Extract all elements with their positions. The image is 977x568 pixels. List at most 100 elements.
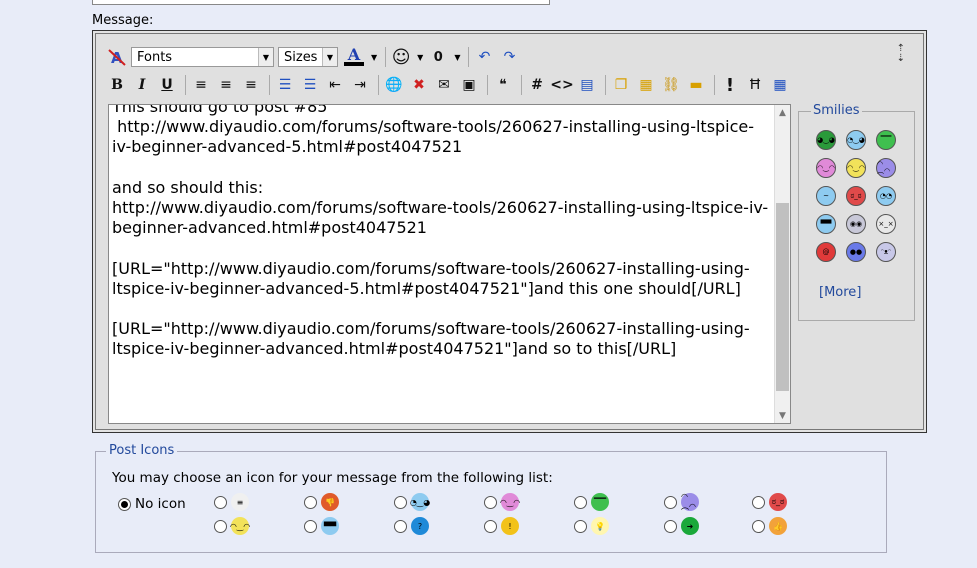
bold-button[interactable]: B	[106, 74, 128, 96]
thumbs-down-icon: 👎	[321, 493, 339, 511]
no-icon-radio[interactable]	[118, 497, 131, 511]
frown-face-icon[interactable]: ◠︵◠	[876, 158, 896, 178]
post-icon-radio[interactable]	[752, 519, 765, 533]
post-icon-option[interactable]: ▔▔	[574, 493, 609, 511]
resize-toggle-icon[interactable]: ⇡ ⇣	[897, 44, 905, 64]
rolleyes-face-icon[interactable]: ◔◔	[876, 186, 896, 206]
indent-icon[interactable]: ⇥	[349, 74, 371, 96]
confused-face-icon[interactable]: ~	[816, 186, 836, 206]
chevron-down-icon[interactable]: ▼	[371, 53, 377, 62]
post-icon-option[interactable]: ◔‿◕	[394, 493, 430, 511]
post-icon-option[interactable]: 💡	[574, 517, 609, 535]
post-icon-option[interactable]: 👍	[752, 517, 787, 535]
post-icon-radio[interactable]	[574, 495, 587, 509]
post-icon-radio[interactable]	[664, 519, 677, 533]
post-icon-option[interactable]: ಠ_ಠ	[752, 493, 787, 511]
html-button[interactable]: <>	[550, 74, 573, 96]
eek-face-icon[interactable]: ◉◉	[846, 214, 866, 234]
more-smilies-link[interactable]: More	[824, 285, 856, 300]
textarea-scrollbar[interactable]: ▲ ▼	[774, 105, 790, 423]
post-icon-option[interactable]: !	[484, 517, 519, 535]
redo-icon[interactable]: ↷	[498, 46, 520, 68]
align-center-icon[interactable]: ≡	[215, 74, 237, 96]
post-icon-radio[interactable]	[394, 495, 407, 509]
post-icon-option[interactable]: ▀▀	[304, 517, 339, 535]
post-icon-radio[interactable]	[214, 495, 227, 509]
grin-face-icon[interactable]: ▔▔	[876, 130, 896, 150]
question-icon: ?	[411, 517, 429, 535]
smiley-icon[interactable]: ☺	[390, 46, 412, 68]
blue-face-icon[interactable]: ●●	[846, 242, 866, 262]
post-icon-radio[interactable]	[574, 519, 587, 533]
post-icon-radio[interactable]	[664, 495, 677, 509]
post-icon-radio[interactable]	[484, 495, 497, 509]
font-select-label: Fonts	[137, 49, 173, 65]
wink-face-icon[interactable]: ◔‿◕	[846, 130, 866, 150]
post-icon-option[interactable]: ≡	[214, 493, 249, 511]
size-select[interactable]: Sizes ▼	[278, 47, 338, 67]
copy-icon[interactable]: ❐	[610, 74, 632, 96]
attachment-icon[interactable]: 0	[427, 46, 449, 68]
smilies-title: Smilies	[811, 103, 862, 118]
message-textarea[interactable]: This should go to post #85 http://www.di…	[108, 104, 791, 424]
remove-format-icon[interactable]: A	[106, 46, 128, 68]
php-icon[interactable]: ▤	[576, 74, 598, 96]
post-icon-radio[interactable]	[752, 495, 765, 509]
post-icon-option[interactable]: ➜	[664, 517, 699, 535]
chain-link-icon[interactable]: ⛓	[660, 74, 682, 96]
sick-face-icon[interactable]: ×_×	[876, 214, 896, 234]
font-color-button[interactable]: A	[342, 46, 366, 68]
underline-button[interactable]: U	[156, 74, 178, 96]
undo-icon[interactable]: ↶	[473, 46, 495, 68]
tongue-face-icon[interactable]: ◠‿◠	[816, 158, 836, 178]
unordered-list-icon[interactable]: ☰	[299, 74, 321, 96]
smile-face-icon[interactable]: ◠‿◠	[846, 158, 866, 178]
insert-email-icon[interactable]: ✉	[433, 74, 455, 96]
alien-face-icon[interactable]: ᵔᴥᵔ	[876, 242, 896, 262]
post-icon-radio[interactable]	[214, 519, 227, 533]
insert-link-icon[interactable]: 🌐	[383, 74, 405, 96]
green-face-icon[interactable]: ◕‿◕	[816, 130, 836, 150]
scroll-thumb[interactable]	[776, 203, 789, 391]
post-icon-option[interactable]: ◠︵◠	[664, 492, 699, 511]
post-icon-radio[interactable]	[394, 519, 407, 533]
mad-face-icon[interactable]: ಠ_ಠ	[846, 186, 866, 206]
no-icon-option[interactable]: No icon	[118, 496, 186, 512]
post-icon-option[interactable]: ◠‿◠	[484, 493, 520, 511]
align-left-icon[interactable]: ≡	[190, 74, 212, 96]
ordered-list-icon[interactable]: ☰	[274, 74, 296, 96]
post-icon-option[interactable]: 👎	[304, 493, 339, 511]
cool-face-icon[interactable]: ▀▀	[816, 214, 836, 234]
post-icon-option[interactable]: ?	[394, 517, 429, 535]
align-right-icon[interactable]: ≡	[240, 74, 262, 96]
code-button[interactable]: #	[526, 74, 548, 96]
scroll-up-icon[interactable]: ▲	[775, 105, 790, 120]
mad-face-icon: ಠ_ಠ	[769, 493, 787, 511]
post-icon-option[interactable]: ◠‿◠	[214, 517, 250, 535]
frown-face-icon: ◠︵◠	[681, 492, 699, 511]
chevron-down-icon[interactable]: ▼	[417, 53, 423, 62]
alert-button[interactable]: !	[719, 74, 741, 96]
italic-button[interactable]: I	[131, 74, 153, 96]
book-icon[interactable]: ▦	[635, 74, 657, 96]
quote-icon[interactable]: ❝	[492, 74, 514, 96]
insert-image-icon[interactable]: ▣	[458, 74, 480, 96]
spiral-face-icon[interactable]: @	[816, 242, 836, 262]
warning-icon: !	[501, 517, 519, 535]
media-icon[interactable]: ▬	[685, 74, 707, 96]
previous-field[interactable]	[92, 0, 550, 5]
color-swatch	[344, 62, 364, 66]
outdent-icon[interactable]: ⇤	[324, 74, 346, 96]
film-strip-icon[interactable]: Ħ	[744, 74, 766, 96]
post-icon-radio[interactable]	[304, 495, 317, 509]
table-icon[interactable]: ▦	[769, 74, 791, 96]
toolbar-row-1: A Fonts ▼ Sizes ▼ A ▼ ☺ ▼ 0 ▼ ↶ ↷	[106, 44, 523, 70]
post-icon-radio[interactable]	[484, 519, 497, 533]
chevron-down-icon[interactable]: ▼	[454, 53, 460, 62]
message-editor: A Fonts ▼ Sizes ▼ A ▼ ☺ ▼ 0 ▼ ↶ ↷ ⇡⇣	[92, 30, 927, 433]
post-icon-radio[interactable]	[304, 519, 317, 533]
smilies-box: Smilies ◕‿◕ ◔‿◕ ▔▔ ◠‿◠ ◠‿◠ ◠︵◠ ~ ಠ_ಠ ◔◔ ▀▀ ◉◉ ×_× @ ●…	[798, 103, 915, 321]
remove-link-icon[interactable]: ✖	[408, 74, 430, 96]
font-select[interactable]: Fonts ▼	[131, 47, 274, 67]
scroll-down-icon[interactable]: ▼	[775, 408, 790, 423]
